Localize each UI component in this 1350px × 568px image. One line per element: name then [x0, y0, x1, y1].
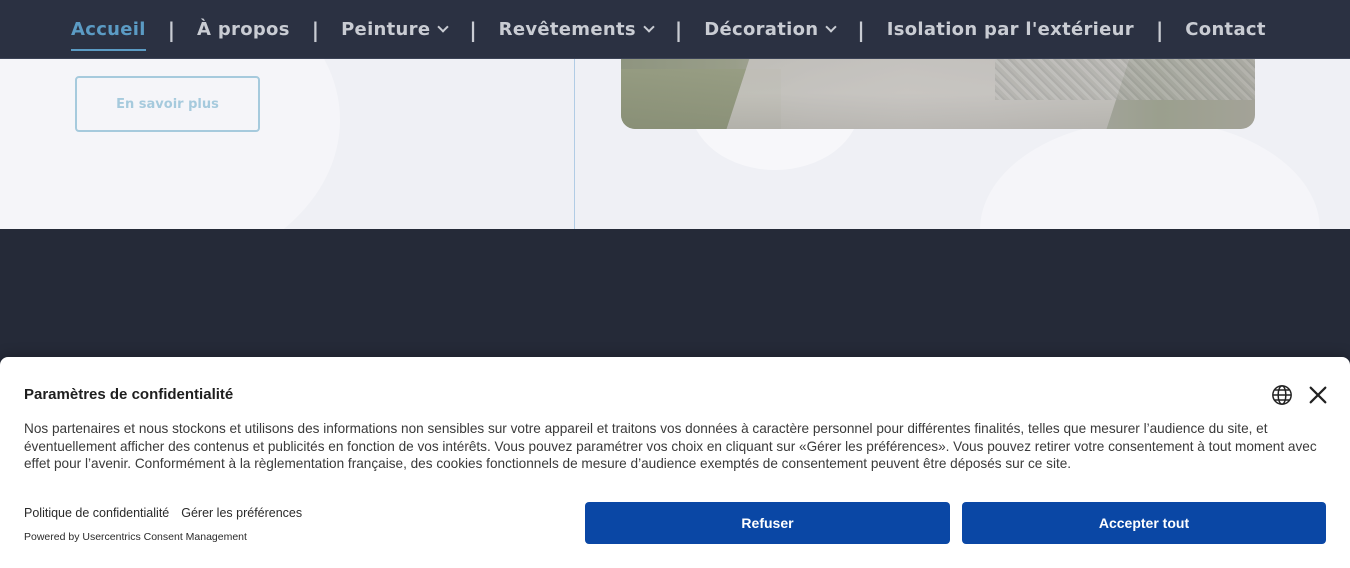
nav-item-4[interactable]: Décoration — [704, 0, 838, 59]
consent-banner: Paramètres de confidentialité Nos parten… — [0, 357, 1350, 568]
main-navbar: Accueil | À propos | Peinture | Revêtements | Dé… — [0, 0, 1350, 59]
consent-title: Paramètres de confidentialité — [24, 386, 234, 403]
consent-links: Politique de confidentialité Gérer les p… — [24, 506, 302, 520]
nav-menu: Accueil | À propos | Peinture | Revêtements | Dé… — [71, 0, 1266, 59]
nav-item-3[interactable]: Revêtements — [498, 0, 655, 59]
nav-separator: | — [167, 17, 176, 42]
close-icon[interactable] — [1307, 384, 1329, 406]
chevron-down-icon — [643, 21, 655, 33]
nav-item-label: Contact — [1185, 19, 1266, 40]
nav-separator: | — [857, 17, 865, 42]
nav-separator: | — [1155, 17, 1164, 42]
nav-item-label: À propos — [197, 19, 290, 40]
nav-item-label: Accueil — [71, 19, 146, 40]
consent-description: Nos partenaires et nous stockons et util… — [24, 421, 1317, 471]
nav-item-2[interactable]: Peinture — [341, 0, 450, 59]
nav-item-label: Peinture — [341, 19, 431, 40]
nav-separator: | — [674, 17, 683, 42]
globe-icon[interactable] — [1271, 384, 1293, 406]
nav-item-6[interactable]: Contact — [1185, 0, 1266, 59]
nav-item-5[interactable]: Isolation par l'extérieur — [887, 0, 1134, 59]
accept-all-button[interactable]: Accepter tout — [962, 502, 1326, 544]
powered-by-text: Powered by Usercentrics Consent Manageme… — [24, 531, 247, 543]
nav-item-label: Décoration — [704, 19, 819, 40]
manage-preferences-link[interactable]: Gérer les préférences — [181, 506, 302, 520]
nav-separator: | — [311, 17, 320, 42]
nav-item-0[interactable]: Accueil — [71, 0, 146, 59]
nav-separator: | — [469, 17, 477, 42]
nav-item-1[interactable]: À propos — [197, 0, 290, 59]
refuse-button[interactable]: Refuser — [585, 502, 950, 544]
nav-item-label: Isolation par l'extérieur — [886, 19, 1134, 40]
chevron-down-icon — [825, 21, 838, 33]
privacy-policy-link[interactable]: Politique de confidentialité — [24, 506, 169, 520]
chevron-down-icon — [437, 21, 450, 33]
nav-item-label: Revêtements — [498, 19, 636, 40]
